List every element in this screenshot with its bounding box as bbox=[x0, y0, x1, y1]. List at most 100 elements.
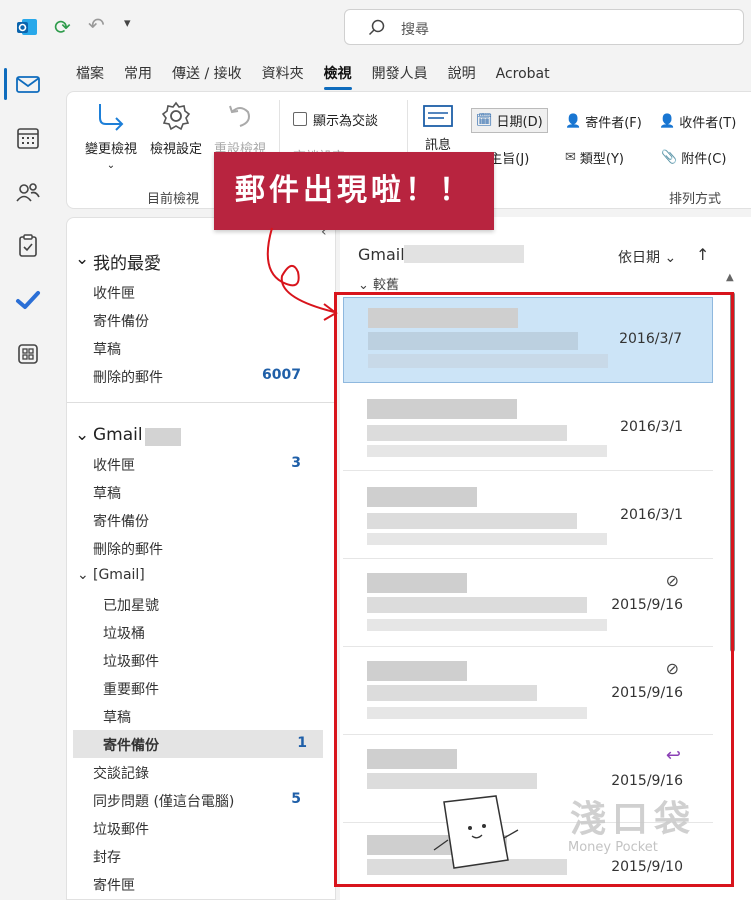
ribbon-tabs: 檔案 常用 傳送 / 接收 資料夾 檢視 開發人員 說明 Acrobat bbox=[66, 62, 560, 90]
blurred-preview bbox=[367, 445, 607, 457]
apps-icon[interactable] bbox=[14, 340, 42, 368]
gmail-item-drafts[interactable]: 草稿 bbox=[67, 702, 335, 730]
blurred-subject bbox=[367, 597, 587, 613]
active-indicator bbox=[4, 68, 7, 100]
tab-send-receive[interactable]: 傳送 / 接收 bbox=[162, 62, 252, 86]
tab-help[interactable]: 說明 bbox=[438, 62, 486, 86]
reset-icon bbox=[229, 105, 250, 127]
customize-toolbar-icon[interactable]: ▾ bbox=[124, 16, 131, 31]
account-item-drafts[interactable]: 草稿 bbox=[67, 478, 335, 506]
folder-item-sync-issues[interactable]: 同步問題 (僅這台電腦) 5 bbox=[67, 786, 335, 814]
todo-icon[interactable] bbox=[14, 286, 42, 314]
divider bbox=[67, 402, 335, 403]
chevron-down-icon: ⌄ bbox=[75, 249, 90, 269]
arrange-by-from[interactable]: 👤 寄件者(F) bbox=[565, 112, 642, 131]
folder-item-junk[interactable]: 垃圾郵件 bbox=[67, 814, 335, 842]
account-item-deleted[interactable]: 刪除的郵件 bbox=[67, 534, 335, 562]
blurred-preview bbox=[368, 354, 608, 368]
message-list: Gmail 依日期 ⌄ ↑ ⌄ 較舊 ▲ 2016/3/7 2016/3/1 2… bbox=[340, 217, 751, 900]
folder-item-outbox[interactable]: 寄件匣 bbox=[67, 870, 335, 898]
gmail-item-spam[interactable]: 垃圾郵件 bbox=[67, 646, 335, 674]
sender-icon: 👤 bbox=[565, 114, 582, 129]
scrollbar-thumb[interactable] bbox=[730, 292, 735, 652]
blurred-subject bbox=[367, 773, 537, 789]
view-settings-button[interactable]: 檢視設定 bbox=[145, 100, 207, 157]
scroll-up-icon[interactable]: ▲ bbox=[726, 272, 734, 283]
tab-home[interactable]: 常用 bbox=[114, 62, 162, 86]
app-rail bbox=[0, 56, 56, 900]
mail-date: 2015/9/16 bbox=[611, 773, 683, 789]
blurred-subject bbox=[367, 859, 567, 875]
arrange-by-type[interactable]: ✉ 類型(Y) bbox=[565, 148, 624, 167]
people-icon[interactable] bbox=[14, 178, 42, 206]
tab-file[interactable]: 檔案 bbox=[66, 62, 114, 86]
reset-view-button[interactable]: 重設檢視 bbox=[209, 100, 271, 157]
gmail-item-starred[interactable]: 已加星號 bbox=[67, 590, 335, 618]
paperclip-icon: 📎 bbox=[661, 150, 678, 165]
gmail-item-sent[interactable]: 寄件備份 1 bbox=[73, 730, 323, 758]
mail-item[interactable]: ⊘ 2015/9/16 bbox=[343, 649, 713, 735]
recipient-icon: 👤 bbox=[659, 114, 676, 129]
paperclip-icon: ⊘ bbox=[665, 659, 679, 678]
sort-by-dropdown[interactable]: 依日期 ⌄ bbox=[618, 247, 676, 267]
redacted-account-name bbox=[404, 245, 524, 263]
mail-date: 2016/3/7 bbox=[619, 331, 682, 347]
mail-icon[interactable] bbox=[14, 70, 42, 98]
search-box[interactable]: 搜尋 bbox=[344, 9, 744, 45]
blurred-sender bbox=[367, 835, 507, 855]
arrange-by-to[interactable]: 👤 收件者(T) bbox=[659, 112, 736, 131]
mail-date: 2015/9/16 bbox=[611, 597, 683, 613]
account-header[interactable]: ⌄ Gmail bbox=[67, 420, 335, 448]
tab-view[interactable]: 檢視 bbox=[314, 62, 362, 90]
message-preview-icon bbox=[423, 105, 453, 127]
tab-folder[interactable]: 資料夾 bbox=[252, 62, 314, 86]
blurred-sender bbox=[368, 308, 518, 328]
gmail-item-trash[interactable]: 垃圾桶 bbox=[67, 618, 335, 646]
mail-date: 2016/3/1 bbox=[620, 419, 683, 435]
mail-item[interactable]: 2016/3/7 bbox=[343, 297, 713, 383]
replied-icon: ↩ bbox=[665, 745, 681, 766]
folder-item-conversation-history[interactable]: 交談記錄 bbox=[67, 758, 335, 786]
change-view-button[interactable]: 變更檢視 ⌄ bbox=[79, 100, 143, 172]
arrange-group-label: 排列方式 bbox=[669, 192, 722, 207]
gear-icon bbox=[161, 101, 191, 131]
blurred-preview bbox=[367, 707, 587, 719]
undo-icon[interactable]: ↶ bbox=[88, 13, 105, 37]
gmail-group-header[interactable]: ⌄ [Gmail] bbox=[67, 562, 335, 590]
mail-date: 2015/9/10 bbox=[611, 859, 683, 875]
mail-item[interactable]: 2016/3/1 bbox=[343, 385, 713, 471]
account-item-inbox[interactable]: 收件匣 3 bbox=[67, 450, 335, 478]
mail-item[interactable]: ⊘ 2015/9/16 bbox=[343, 561, 713, 647]
blurred-sender bbox=[367, 487, 477, 507]
blurred-subject bbox=[367, 513, 577, 529]
calendar-icon[interactable] bbox=[14, 124, 42, 152]
arrange-by-date[interactable]: 🗓 日期(D) bbox=[471, 108, 548, 133]
group-header-older[interactable]: ⌄ 較舊 bbox=[358, 274, 399, 293]
sort-direction-icon[interactable]: ↑ bbox=[696, 245, 709, 264]
sync-icon[interactable]: ⟳ bbox=[54, 15, 71, 39]
folder-item-archive[interactable]: 封存 bbox=[67, 842, 335, 870]
arrange-by-attachments[interactable]: 📎 附件(C) bbox=[661, 148, 726, 167]
mail-item[interactable]: ↩ 2015/9/16 bbox=[343, 737, 713, 823]
unread-count: 3 bbox=[291, 455, 301, 471]
change-view-icon bbox=[99, 104, 124, 131]
favorite-item-drafts[interactable]: 草稿 bbox=[67, 334, 335, 362]
unread-count: 1 bbox=[297, 735, 307, 751]
mail-item[interactable]: 2015/9/10 bbox=[343, 825, 713, 900]
account-item-sent[interactable]: 寄件備份 bbox=[67, 506, 335, 534]
paperclip-icon: ⊘ bbox=[665, 571, 679, 590]
message-list-title: Gmail bbox=[358, 245, 405, 264]
mail-item[interactable]: 2016/3/1 bbox=[343, 473, 713, 559]
mail-date: 2016/3/1 bbox=[620, 507, 683, 523]
blurred-sender bbox=[367, 661, 467, 681]
tab-developer[interactable]: 開發人員 bbox=[362, 62, 438, 86]
show-as-conversation-checkbox[interactable] bbox=[293, 112, 307, 126]
tab-acrobat[interactable]: Acrobat bbox=[486, 62, 560, 86]
blurred-subject bbox=[368, 332, 578, 350]
tasks-icon[interactable] bbox=[14, 232, 42, 260]
gmail-item-important[interactable]: 重要郵件 bbox=[67, 674, 335, 702]
current-view-group-label: 目前檢視 bbox=[147, 192, 200, 207]
outlook-icon[interactable] bbox=[16, 16, 38, 38]
favorite-item-deleted[interactable]: 刪除的郵件 6007 bbox=[67, 362, 335, 390]
blurred-subject bbox=[367, 685, 537, 701]
